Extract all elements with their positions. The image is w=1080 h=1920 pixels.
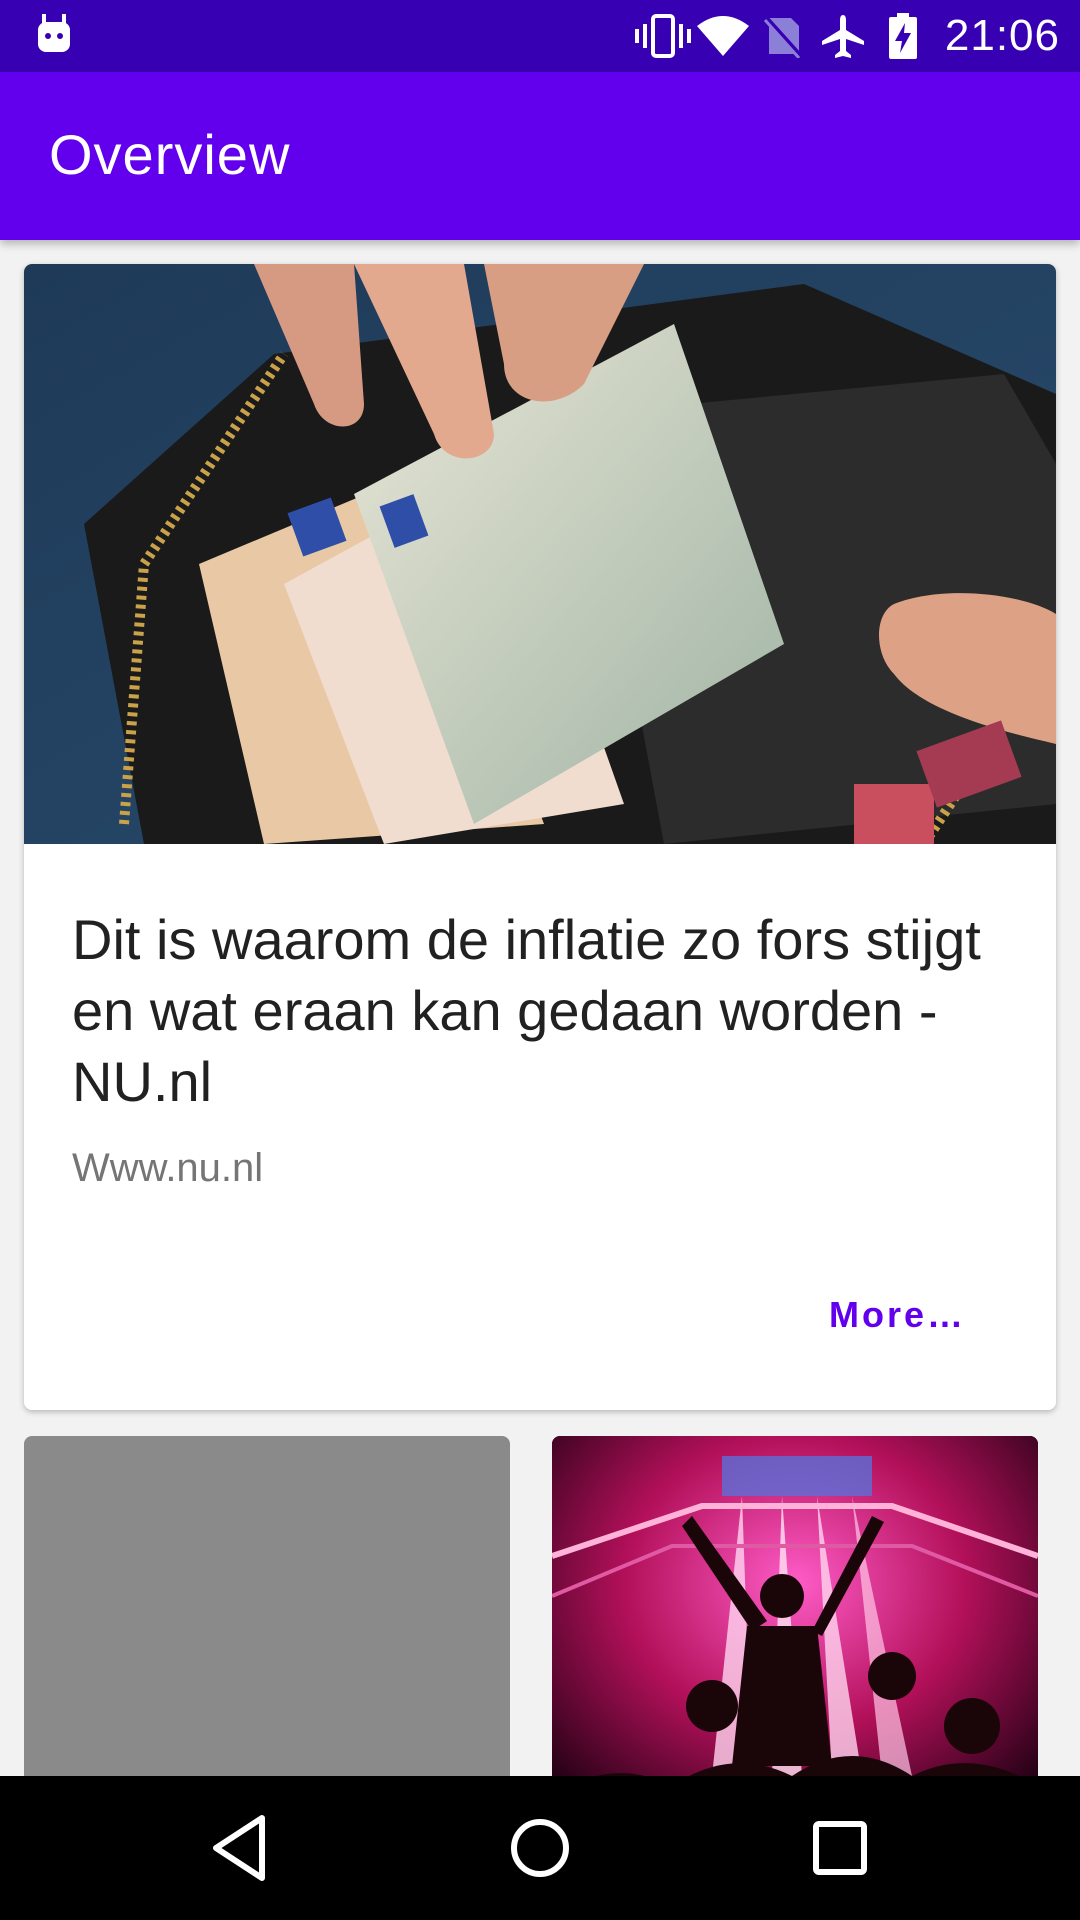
wallet-with-euro-banknotes-photo bbox=[24, 264, 1056, 844]
home-icon[interactable] bbox=[500, 1808, 580, 1888]
more-button[interactable]: More… bbox=[829, 1294, 966, 1336]
recents-icon[interactable] bbox=[800, 1808, 880, 1888]
no-sim-icon bbox=[753, 0, 813, 72]
status-bar: 21:06 bbox=[0, 0, 1080, 72]
news-card-headline: Dit is waarom de inflatie zo fors stijgt… bbox=[72, 908, 981, 1113]
vibrate-icon bbox=[633, 0, 693, 72]
wifi-icon bbox=[693, 0, 753, 72]
status-icons: 21:06 bbox=[633, 0, 1060, 72]
back-icon[interactable] bbox=[202, 1808, 282, 1888]
news-card-source: Www.nu.nl bbox=[72, 1146, 264, 1190]
news-card-featured[interactable]: Dit is waarom de inflatie zo fors stijgt… bbox=[24, 264, 1056, 1410]
screen: 21:06 Overview Dit is waarom de inflatie… bbox=[0, 0, 1080, 1920]
battery-charging-icon bbox=[873, 0, 933, 72]
page-title: Overview bbox=[49, 123, 291, 186]
airplane-mode-icon bbox=[813, 0, 873, 72]
system-nav-bar bbox=[0, 1776, 1080, 1920]
android-debug-icon bbox=[38, 14, 70, 52]
status-clock: 21:06 bbox=[944, 11, 1060, 60]
app-bar: Overview bbox=[0, 72, 1080, 240]
